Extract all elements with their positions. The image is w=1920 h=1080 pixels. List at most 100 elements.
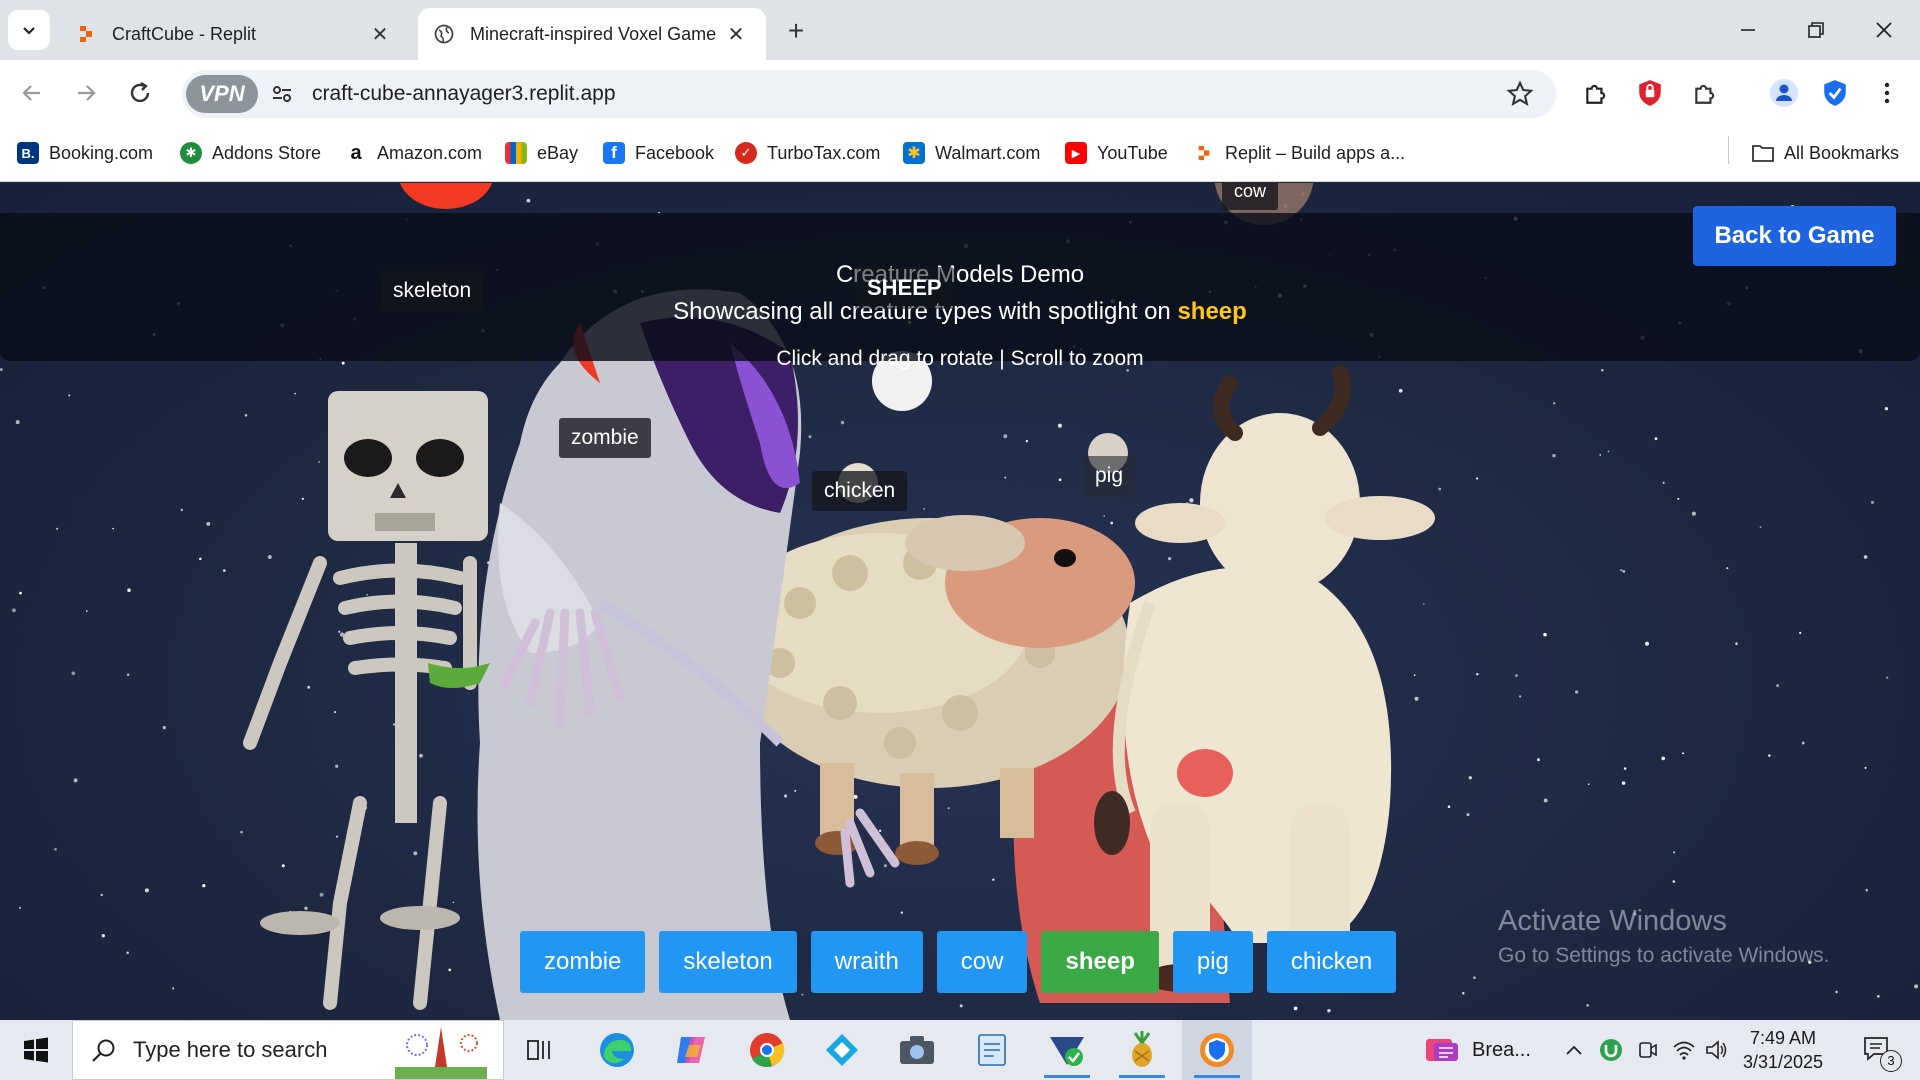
clock-time: 7:49 AM: [1749, 1028, 1817, 1048]
task-view-button[interactable]: [506, 1020, 576, 1080]
reload-button[interactable]: [120, 73, 160, 113]
pineapple-game-icon: [1132, 1031, 1152, 1067]
booking-icon: B.: [17, 142, 39, 164]
browser-toolbar: VPN craft-cube-annayager3.replit.app: [0, 60, 1920, 126]
bookmark-addons-store[interactable]: ✱ Addons Store: [180, 138, 321, 168]
ebay-icon: [505, 142, 527, 164]
minimize-button[interactable]: [1720, 10, 1776, 50]
folder-icon: [1752, 142, 1774, 164]
creature-button-chicken[interactable]: chicken: [1266, 931, 1397, 993]
bookmark-label: Walmart.com: [935, 142, 1041, 163]
browser-tab-bar: CraftCube - Replit ✕ Minecraft-inspired …: [0, 0, 1920, 60]
app-check-icon: [1050, 1037, 1084, 1066]
creature-button-skeleton[interactable]: skeleton: [659, 931, 797, 993]
back-to-game-button[interactable]: Back to Game: [1693, 206, 1896, 266]
close-tab-icon[interactable]: ✕: [366, 22, 394, 47]
extension-puzzle-dark-icon[interactable]: [1579, 76, 1613, 110]
tray-meet-now[interactable]: [1632, 1020, 1664, 1080]
system-clock[interactable]: 7:49 AM 3/31/2025: [1724, 1026, 1842, 1074]
taskbar-edge[interactable]: [582, 1020, 652, 1080]
chrome-icon: [750, 1033, 785, 1067]
action-center-button[interactable]: 3: [1850, 1020, 1906, 1080]
bookmark-youtube[interactable]: ▶ YouTube: [1065, 138, 1168, 168]
game-canvas[interactable]: Creature Models Demo Showcasing all crea…: [0, 183, 1920, 1020]
walmart-icon: ✱: [903, 142, 925, 164]
taskbar-chrome[interactable]: [732, 1020, 802, 1080]
bookmark-label: Facebook: [635, 142, 715, 163]
creature-selector: zombie skeleton wraith cow sheep pig chi…: [520, 931, 1397, 993]
back-button[interactable]: [12, 73, 52, 113]
vpn-button[interactable]: VPN: [186, 75, 258, 113]
bookmark-amazon[interactable]: a Amazon.com: [345, 138, 482, 168]
profile-avatar-icon[interactable]: [1767, 76, 1801, 110]
security-shield-icon[interactable]: [1818, 76, 1852, 110]
restore-button[interactable]: [1788, 10, 1844, 50]
chicken-name-tag: chicken: [812, 471, 908, 511]
creature-button-pig[interactable]: pig: [1172, 931, 1253, 993]
red-orb: [399, 183, 493, 209]
taskbar-app-check[interactable]: [1032, 1020, 1102, 1080]
url-text[interactable]: craft-cube-annayager3.replit.app: [312, 82, 616, 106]
close-window-button[interactable]: [1856, 10, 1912, 50]
bookmark-facebook[interactable]: f Facebook: [603, 138, 714, 168]
skeleton-model: [243, 391, 490, 1010]
skeleton-name-tag: skeleton: [381, 271, 484, 311]
minimize-icon: [1741, 29, 1755, 31]
clock-date: 3/31/2025: [1742, 1052, 1824, 1072]
bookmark-walmart[interactable]: ✱ Walmart.com: [903, 138, 1040, 168]
new-tab-button[interactable]: +: [778, 14, 814, 50]
tab-voxel-game[interactable]: Minecraft-inspired Voxel Game ✕: [418, 8, 766, 60]
all-bookmarks-label: All Bookmarks: [1784, 142, 1900, 163]
taskbar-browser-active[interactable]: [1182, 1020, 1252, 1080]
bookmarks-separator: [1728, 136, 1729, 164]
addons-icon: ✱: [180, 142, 202, 164]
browser-shield-icon: [1200, 1033, 1234, 1067]
tray-utorrent[interactable]: [1594, 1020, 1628, 1080]
extensions-icon[interactable]: [1688, 76, 1722, 110]
address-bar[interactable]: VPN craft-cube-annayager3.replit.app: [182, 70, 1556, 118]
close-tab-icon[interactable]: ✕: [722, 22, 750, 47]
spotlight-creature: sheep: [1177, 298, 1247, 325]
taskbar-kodi[interactable]: [807, 1020, 877, 1080]
tab-title: Minecraft-inspired Voxel Game: [470, 23, 717, 44]
bookmark-replit[interactable]: Replit – Build apps a...: [1193, 138, 1405, 168]
tab-search-button[interactable]: [8, 10, 50, 50]
forward-button[interactable]: [66, 73, 106, 113]
taskbar-app-pineapple[interactable]: [1107, 1020, 1177, 1080]
amazon-icon: a: [345, 142, 367, 164]
adblock-shield-icon[interactable]: [1633, 76, 1667, 110]
bookmark-label: YouTube: [1097, 142, 1168, 163]
tab-craftcube[interactable]: CraftCube - Replit ✕: [60, 8, 410, 60]
restore-icon: [1808, 22, 1824, 38]
notepad-icon: [978, 1034, 1006, 1066]
demo-subtitle: Showcasing all creature types with spotl…: [0, 298, 1920, 326]
cow-name-tag: cow: [1222, 183, 1279, 210]
taskbar-notepad[interactable]: [957, 1020, 1027, 1080]
arrow-left-icon: [22, 85, 40, 101]
taskbar-camera[interactable]: [882, 1020, 952, 1080]
edge-icon: [600, 1033, 634, 1067]
taskbar-search-box[interactable]: Type here to search: [72, 1020, 504, 1080]
creature-button-sheep[interactable]: sheep: [1041, 931, 1159, 993]
bookmark-ebay[interactable]: eBay: [505, 138, 578, 168]
taskbar-breaking-news[interactable]: Brea...: [1418, 1020, 1568, 1080]
creature-button-zombie[interactable]: zombie: [520, 931, 646, 993]
taskbar-copilot[interactable]: [657, 1020, 727, 1080]
bookmark-label: Booking.com: [49, 142, 154, 163]
watermark-subtitle: Go to Settings to activate Windows.: [1498, 944, 1830, 967]
all-bookmarks-button[interactable]: All Bookmarks: [1752, 138, 1899, 168]
bookmark-label: eBay: [537, 142, 579, 163]
bookmark-turbotax[interactable]: ✓ TurboTax.com: [735, 138, 880, 168]
creature-button-cow[interactable]: cow: [936, 931, 1028, 993]
bookmark-star-icon[interactable]: [1506, 80, 1534, 108]
creature-button-wraith[interactable]: wraith: [810, 931, 923, 993]
tray-network[interactable]: [1668, 1020, 1700, 1080]
bookmark-label: Amazon.com: [377, 142, 483, 163]
search-icon: [92, 1039, 115, 1062]
site-info-icon[interactable]: [268, 80, 296, 108]
bookmark-booking[interactable]: B. Booking.com: [17, 138, 153, 168]
tray-overflow-button[interactable]: [1560, 1020, 1588, 1080]
start-button[interactable]: [12, 1032, 60, 1068]
menu-icon[interactable]: [1870, 76, 1904, 110]
kodi-icon: [826, 1034, 858, 1066]
